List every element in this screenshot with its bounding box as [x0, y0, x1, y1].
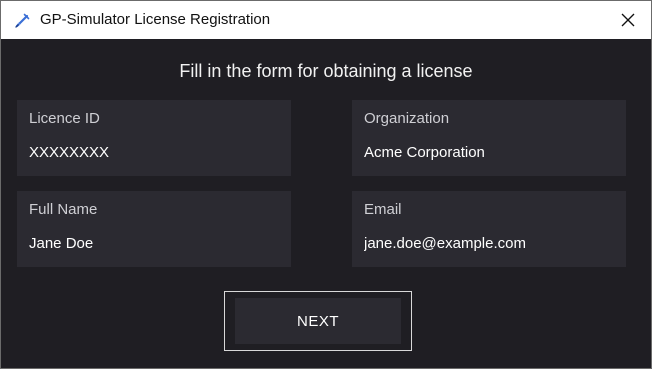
form-heading: Fill in the form for obtaining a license — [179, 61, 473, 81]
email-label: Email — [364, 201, 402, 218]
registration-window: GP-Simulator License Registration Fill i… — [0, 0, 652, 369]
licence-id-input[interactable] — [27, 140, 281, 164]
next-button[interactable]: NEXT — [235, 298, 401, 344]
full-name-label: Full Name — [29, 201, 98, 218]
organization-label: Organization — [364, 110, 450, 127]
syringe-icon — [14, 13, 30, 29]
licence-id-label: Licence ID — [29, 110, 100, 127]
full-name-field: Full Name — [17, 191, 291, 267]
title-bar: GP-Simulator License Registration — [1, 1, 651, 39]
email-input[interactable] — [362, 231, 616, 255]
licence-id-field: Licence ID — [17, 100, 291, 176]
next-button-frame: NEXT — [224, 291, 412, 351]
close-button[interactable] — [605, 1, 651, 39]
form-content: Fill in the form for obtaining a license… — [1, 39, 651, 368]
email-field: Email — [352, 191, 626, 267]
close-icon — [621, 13, 635, 27]
organization-input[interactable] — [362, 140, 616, 164]
full-name-input[interactable] — [27, 231, 281, 255]
window-title: GP-Simulator License Registration — [40, 11, 271, 28]
organization-field: Organization — [352, 100, 626, 176]
